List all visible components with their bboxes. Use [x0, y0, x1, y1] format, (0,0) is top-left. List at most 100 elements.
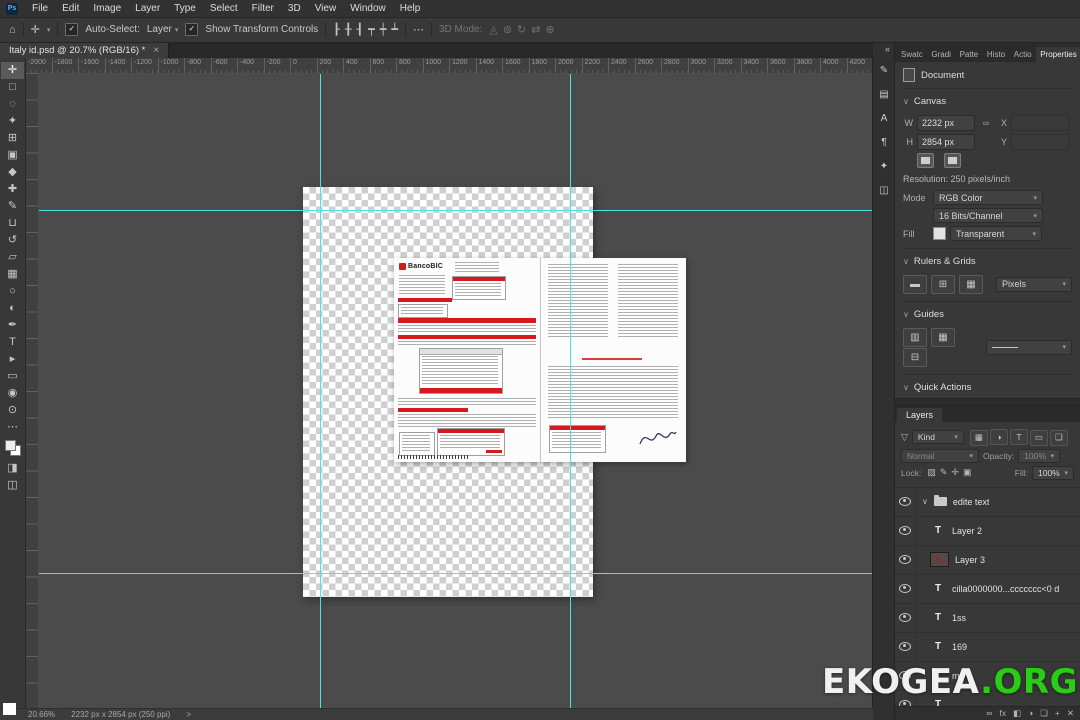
- guides-section-header[interactable]: ∨ Guides: [903, 301, 1072, 325]
- canvas-section-header[interactable]: ∨ Canvas: [903, 89, 1072, 112]
- menu-window[interactable]: Window: [343, 0, 393, 17]
- clear-guides-icon[interactable]: ⊟: [903, 348, 927, 367]
- layer-visibility-toggle[interactable]: [895, 632, 916, 661]
- height-input[interactable]: 2854 px: [917, 134, 975, 150]
- lasso-tool[interactable]: ◌: [1, 96, 24, 113]
- blur-tool[interactable]: ○: [1, 283, 24, 300]
- tab-layers[interactable]: Layers: [897, 408, 943, 422]
- document-tab[interactable]: Italy id.psd @ 20.7% (RGB/16) * ×: [0, 42, 170, 58]
- color-mode-dropdown[interactable]: RGB Color ▾: [933, 190, 1043, 205]
- eyedropper-tool[interactable]: ◆: [1, 164, 24, 181]
- gradient-tool[interactable]: ▦: [1, 266, 24, 283]
- pen-tool[interactable]: ✒: [1, 317, 24, 334]
- orientation-portrait-button[interactable]: [917, 153, 934, 168]
- layer-row[interactable]: Tcilla0000000...ccccccc<0 d: [895, 574, 1080, 604]
- layer-visibility-toggle[interactable]: [895, 574, 916, 603]
- status-chevron-icon[interactable]: >: [186, 710, 191, 719]
- adjustment-layer-filter-icon[interactable]: ◑: [989, 429, 1008, 445]
- layer-mask-icon[interactable]: ◧: [1013, 709, 1021, 718]
- smart-object-filter-icon[interactable]: ❏: [1049, 429, 1068, 446]
- shape-layer-filter-icon[interactable]: ▭: [1029, 429, 1048, 446]
- align-left-icon[interactable]: ┠: [333, 23, 340, 36]
- rulers-grids-section-header[interactable]: ∨ Rulers & Grids: [903, 248, 1072, 272]
- healing-brush-tool[interactable]: ✚: [1, 181, 24, 198]
- width-input[interactable]: 2232 px: [917, 115, 975, 131]
- menu-view[interactable]: View: [308, 0, 344, 17]
- link-layers-icon[interactable]: ∞: [986, 709, 992, 718]
- layer-row[interactable]: T Layer 2: [895, 516, 1080, 546]
- guide-horizontal-2[interactable]: [25, 573, 873, 574]
- panel-tab-gradi[interactable]: Gradi: [927, 47, 954, 62]
- panel-tab-histo[interactable]: Histo: [983, 47, 1009, 62]
- layer-visibility-toggle[interactable]: [895, 545, 916, 574]
- menu-file[interactable]: File: [25, 0, 55, 17]
- align-bottom-icon[interactable]: ┷: [391, 23, 398, 36]
- color-swatches[interactable]: [4, 440, 21, 456]
- vertical-ruler[interactable]: [25, 73, 39, 708]
- layer-row[interactable]: ∨ edite text: [895, 487, 1080, 517]
- auto-select-target-dropdown[interactable]: Layer ▾: [147, 24, 179, 35]
- menu-3d[interactable]: 3D: [281, 0, 308, 17]
- menu-help[interactable]: Help: [393, 0, 428, 17]
- type-tool[interactable]: T: [1, 334, 24, 351]
- layer-visibility-toggle[interactable]: [895, 487, 916, 516]
- layer-visibility-toggle[interactable]: [895, 603, 916, 632]
- paragraph-panel-icon[interactable]: ¶: [874, 134, 894, 151]
- tool-preset-caret-icon[interactable]: ▾: [47, 26, 51, 34]
- lock-position-icon[interactable]: ✛: [949, 467, 961, 477]
- lock-transparency-icon[interactable]: ▨: [925, 467, 938, 477]
- align-right-icon[interactable]: ┨: [356, 23, 363, 36]
- toggle-grid-icon[interactable]: ⊞: [931, 275, 955, 294]
- panel-tab-patte[interactable]: Patte: [956, 47, 982, 62]
- home-icon[interactable]: ⌂: [9, 24, 16, 36]
- path-selection-tool[interactable]: ▸: [1, 351, 24, 368]
- screen-mode-button[interactable]: ◫: [1, 477, 24, 494]
- eraser-tool[interactable]: ▱: [1, 249, 24, 266]
- layer-row[interactable]: T 169: [895, 632, 1080, 662]
- bit-depth-dropdown[interactable]: 16 Bits/Channel ▾: [933, 208, 1043, 223]
- layer-group-icon[interactable]: ❏: [1040, 709, 1048, 718]
- clone-stamp-tool[interactable]: ⊔: [1, 215, 24, 232]
- move-tool[interactable]: ✛: [1, 62, 24, 79]
- marquee-tool[interactable]: □: [1, 79, 24, 96]
- chevron-down-icon[interactable]: ∨: [922, 497, 928, 506]
- blend-mode-dropdown[interactable]: Normal ▾: [901, 448, 979, 463]
- brush-tool[interactable]: ✎: [1, 198, 24, 215]
- quick-mask-button[interactable]: ◨: [1, 460, 24, 477]
- document-image[interactable]: BancoBIC: [394, 258, 686, 462]
- crop-tool[interactable]: ⊞: [1, 130, 24, 147]
- adjustment-layer-icon[interactable]: ◑: [1028, 709, 1033, 718]
- guide-vertical-1[interactable]: [320, 73, 321, 708]
- menu-filter[interactable]: Filter: [245, 0, 281, 17]
- layer-filter-dropdown[interactable]: Kind ▾: [911, 430, 964, 445]
- close-icon[interactable]: ×: [153, 45, 159, 56]
- brushes-panel-icon[interactable]: ▤: [874, 86, 894, 103]
- lock-all-icon[interactable]: ▣: [961, 467, 974, 477]
- auto-select-checkbox[interactable]: ✓: [65, 23, 79, 36]
- canvas-fill-dropdown[interactable]: Transparent ▾: [950, 226, 1042, 241]
- delete-layer-icon[interactable]: ✕: [1067, 709, 1074, 718]
- menu-layer[interactable]: Layer: [128, 0, 167, 17]
- add-guide-icon[interactable]: ▥: [903, 328, 927, 347]
- frame-tool[interactable]: ▣: [1, 147, 24, 164]
- history-brush-tool[interactable]: ↺: [1, 232, 24, 249]
- toggle-snap-icon[interactable]: ▦: [959, 275, 983, 294]
- menu-select[interactable]: Select: [203, 0, 245, 17]
- menu-image[interactable]: Image: [86, 0, 128, 17]
- pixel-layer-filter-icon[interactable]: ▦: [969, 429, 988, 446]
- link-dimensions-icon[interactable]: ∞: [979, 118, 993, 128]
- guide-horizontal-1[interactable]: [25, 210, 873, 211]
- horizontal-ruler[interactable]: -2000 -1800 -1600 -1400 -1200 -1000 -800 -600 -4…: [25, 58, 873, 74]
- foreground-color-swatch[interactable]: [4, 440, 16, 451]
- quick-actions-section-header[interactable]: ∨ Quick Actions: [903, 374, 1072, 398]
- guide-layout-icon[interactable]: ▦: [931, 328, 955, 347]
- opacity-dropdown[interactable]: 100% ▾: [1018, 448, 1061, 463]
- toggle-rulers-icon[interactable]: ▬: [903, 275, 927, 294]
- guide-vertical-2[interactable]: [570, 73, 571, 708]
- orientation-landscape-button[interactable]: [944, 153, 961, 168]
- canvas[interactable]: BancoBIC: [25, 73, 873, 708]
- dodge-tool[interactable]: ◐: [1, 300, 24, 317]
- panel-tab-swatc[interactable]: Swatc: [897, 47, 926, 62]
- panel-tab-actio[interactable]: Actio: [1010, 47, 1035, 62]
- menu-type[interactable]: Type: [167, 0, 203, 17]
